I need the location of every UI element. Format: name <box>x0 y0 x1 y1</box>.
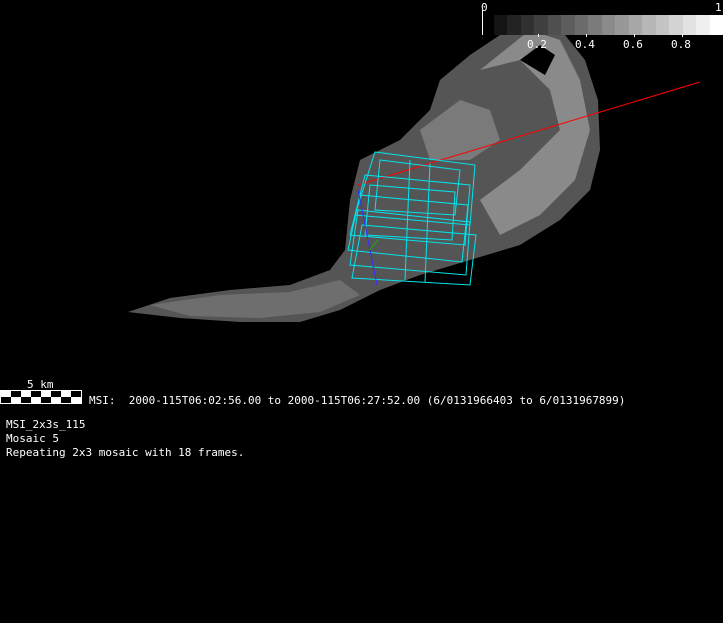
scale-bar-segment <box>71 397 81 403</box>
scale-bar-segment <box>1 397 11 403</box>
colorbar-tick-label: 0.6 <box>623 38 643 51</box>
sequence-description: Repeating 2x3 mosaic with 18 frames. <box>6 446 245 459</box>
colorbar-step <box>520 15 535 35</box>
colorbar-tick-label: 0.8 <box>671 38 691 51</box>
colorbar-step <box>534 15 548 35</box>
colorbar-step <box>547 15 562 35</box>
colorbar-tick-label: 0.4 <box>575 38 595 51</box>
colorbar-zero-tick <box>482 10 483 35</box>
colorbar-step <box>655 15 670 35</box>
scale-bar <box>0 390 82 404</box>
scale-bar-segment <box>21 397 31 403</box>
asteroid-3d-view[interactable] <box>0 0 723 623</box>
scale-bar-segment <box>51 397 61 403</box>
asteroid-shape-model <box>128 25 600 322</box>
colorbar-step <box>507 15 521 35</box>
colorbar-step <box>588 15 602 35</box>
colorbar-step <box>601 15 616 35</box>
colorbar-step <box>682 15 697 35</box>
colorbar-step <box>494 15 508 35</box>
colorbar-max-label: 1 <box>715 1 722 14</box>
colorbar-gradient <box>494 15 723 35</box>
colorbar-step <box>642 15 656 35</box>
scale-bar-segment <box>41 397 51 403</box>
colorbar-step <box>561 15 575 35</box>
colorbar-step <box>709 15 723 35</box>
sequence-name: MSI_2x3s_115 <box>6 418 86 431</box>
scale-bar-segment <box>11 397 21 403</box>
colorbar-legend: 0 1 0.2 0.4 0.6 0.8 <box>480 0 723 55</box>
mosaic-label: Mosaic 5 <box>6 432 59 445</box>
colorbar-step <box>615 15 629 35</box>
colorbar-step <box>669 15 683 35</box>
instrument-time-range: MSI: 2000-115T06:02:56.00 to 2000-115T06… <box>89 394 626 407</box>
colorbar-tick-label: 0.2 <box>527 38 547 51</box>
colorbar-step <box>628 15 643 35</box>
colorbar-step <box>696 15 710 35</box>
scale-bar-segment <box>31 397 41 403</box>
colorbar-step <box>574 15 589 35</box>
scale-bar-segment <box>61 397 71 403</box>
